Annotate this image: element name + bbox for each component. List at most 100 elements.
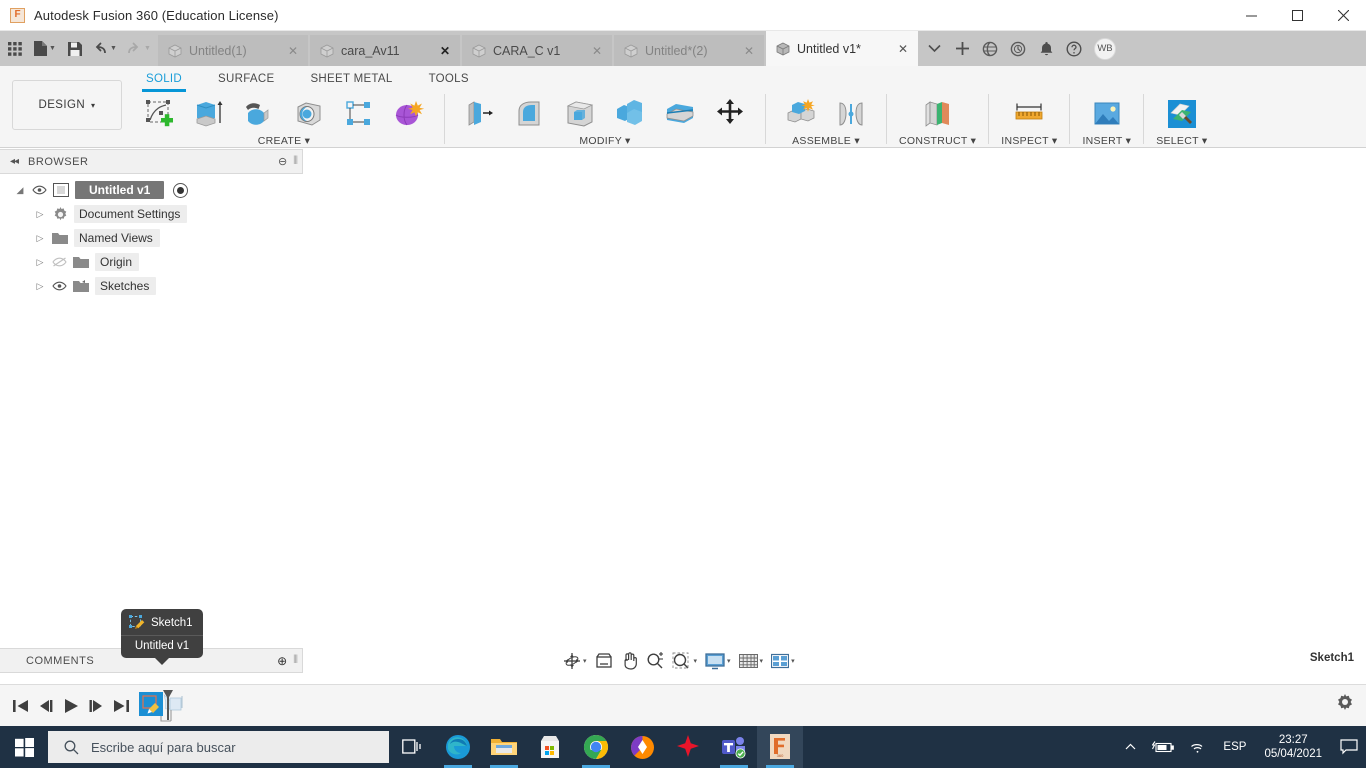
close-button[interactable]	[1320, 0, 1366, 31]
move-copy-icon[interactable]	[707, 92, 753, 136]
shell-icon[interactable]	[557, 92, 603, 136]
zoom-window-icon[interactable]: ▾	[669, 649, 701, 673]
new-component-icon[interactable]	[778, 92, 824, 136]
recent-activity-icon[interactable]	[1004, 32, 1032, 65]
redo-button[interactable]: ▼	[122, 32, 156, 65]
tab-cara-c-v1[interactable]: CARA_C v1 ✕	[462, 35, 614, 66]
viewports-icon[interactable]: ▾	[768, 649, 798, 673]
look-at-icon[interactable]	[592, 649, 616, 673]
expand-triangle-icon[interactable]: ◢	[14, 185, 26, 196]
go-to-end-icon[interactable]	[108, 691, 133, 721]
teams-icon[interactable]	[711, 726, 757, 768]
display-settings-icon[interactable]: ▾	[702, 649, 734, 673]
hole-icon[interactable]	[286, 92, 332, 136]
comments-resize-grip[interactable]: ⦀	[293, 654, 298, 667]
taskbar-search-box[interactable]: Escribe aquí para buscar	[48, 731, 389, 763]
pan-icon[interactable]	[618, 649, 641, 673]
new-file-button[interactable]: ▼	[28, 32, 62, 65]
windows-start-icon[interactable]	[0, 726, 48, 768]
visibility-eye-icon[interactable]	[31, 185, 47, 195]
expand-triangle-icon[interactable]: ▷	[34, 233, 46, 244]
fusion360-icon[interactable]: 360	[757, 726, 803, 768]
maximize-button[interactable]	[1274, 0, 1320, 31]
grid-apps-icon[interactable]	[2, 32, 28, 65]
panel-inspect-label[interactable]: INSPECT ▾	[1001, 135, 1057, 147]
minimize-button[interactable]	[1228, 0, 1274, 31]
add-comment-icon[interactable]: ⊕	[277, 654, 287, 668]
extrude-icon[interactable]	[186, 92, 232, 136]
create-form-icon[interactable]	[386, 92, 432, 136]
undo-button[interactable]: ▼	[88, 32, 122, 65]
tab-untitled-2[interactable]: Untitled*(2) ✕	[614, 35, 766, 66]
microsoft-store-icon[interactable]	[527, 726, 573, 768]
step-forward-icon[interactable]	[83, 691, 108, 721]
split-face-icon[interactable]	[657, 92, 703, 136]
pattern-icon[interactable]	[336, 92, 382, 136]
insert-image-icon[interactable]	[1084, 92, 1130, 136]
battery-charging-icon[interactable]	[1144, 726, 1182, 768]
tab-overflow-dropdown[interactable]	[920, 32, 948, 65]
avast-icon[interactable]	[619, 726, 665, 768]
action-center-icon[interactable]	[1332, 726, 1366, 768]
taskbar-clock[interactable]: 23:27 05/04/2021	[1254, 733, 1332, 762]
tab-close-icon[interactable]: ✕	[730, 44, 754, 58]
panel-assemble-label[interactable]: ASSEMBLE ▾	[792, 135, 860, 147]
notifications-bell-icon[interactable]	[1032, 32, 1060, 65]
joint-icon[interactable]	[828, 92, 874, 136]
revolve-icon[interactable]	[236, 92, 282, 136]
view-cube-face-top[interactable]: TOP	[1286, 184, 1332, 230]
combine-icon[interactable]	[607, 92, 653, 136]
step-back-icon[interactable]	[33, 691, 58, 721]
measure-icon[interactable]	[1006, 92, 1052, 136]
view-cube[interactable]: TOP Y Z X	[1278, 170, 1343, 240]
workspace-switcher-button[interactable]: DESIGN ▾	[12, 80, 122, 130]
tab-close-icon[interactable]: ✕	[426, 44, 450, 58]
tab-cara-av11[interactable]: cara_Av11 ✕	[310, 35, 462, 66]
go-to-beginning-icon[interactable]	[8, 691, 33, 721]
visibility-eye-icon[interactable]	[51, 281, 67, 291]
timeline-feature-sketch1[interactable]	[139, 689, 183, 722]
tree-item-document-settings[interactable]: ▷ Document Settings	[0, 202, 205, 226]
tab-close-icon[interactable]: ✕	[274, 44, 298, 58]
timeline-settings-gear-icon[interactable]	[1336, 694, 1354, 712]
chrome-icon[interactable]	[573, 726, 619, 768]
help-icon[interactable]	[1060, 32, 1088, 65]
grid-snaps-icon[interactable]: ▾	[736, 649, 767, 673]
select-icon[interactable]	[1159, 92, 1205, 136]
file-explorer-icon[interactable]	[481, 726, 527, 768]
play-icon[interactable]	[58, 691, 83, 721]
new-tab-button[interactable]	[948, 32, 976, 65]
task-view-icon[interactable]	[389, 726, 435, 768]
panel-modify-label[interactable]: MODIFY ▾	[579, 135, 630, 147]
save-button[interactable]	[62, 32, 88, 65]
create-sketch-icon[interactable]	[136, 92, 182, 136]
press-pull-icon[interactable]	[457, 92, 503, 136]
user-avatar[interactable]: WB	[1094, 37, 1116, 60]
tree-item-origin[interactable]: ▷ Origin	[0, 250, 205, 274]
tab-close-icon[interactable]: ✕	[884, 42, 908, 56]
panel-create-label[interactable]: CREATE ▾	[258, 135, 310, 147]
tree-item-sketches[interactable]: ▷ Sketches	[0, 274, 205, 298]
activate-component-radio[interactable]	[173, 182, 189, 198]
orbit-icon[interactable]: ▾	[560, 649, 590, 673]
fillet-icon[interactable]	[507, 92, 553, 136]
browser-options-icon[interactable]: ⊖	[278, 155, 287, 168]
tree-item-untitled-v1[interactable]: ◢ Untitled v1	[0, 178, 205, 202]
collapse-browser-icon[interactable]: ◂◂	[10, 156, 19, 167]
tab-close-icon[interactable]: ✕	[578, 44, 602, 58]
tray-expand-chevron-icon[interactable]	[1117, 726, 1144, 768]
offset-plane-icon[interactable]	[915, 92, 961, 136]
job-status-icon[interactable]	[976, 32, 1004, 65]
expand-triangle-icon[interactable]: ▷	[34, 281, 46, 292]
language-indicator[interactable]: ESP	[1215, 726, 1254, 768]
zoom-icon[interactable]	[643, 649, 667, 673]
browser-resize-grip[interactable]: ⦀	[293, 155, 298, 168]
tab-untitled-1[interactable]: Untitled(1) ✕	[158, 35, 310, 66]
expand-triangle-icon[interactable]: ▷	[34, 257, 46, 268]
edge-icon[interactable]	[435, 726, 481, 768]
delta-icon[interactable]	[665, 726, 711, 768]
expand-triangle-icon[interactable]: ▷	[34, 209, 46, 220]
tree-item-named-views[interactable]: ▷ Named Views	[0, 226, 205, 250]
panel-insert-label[interactable]: INSERT ▾	[1082, 135, 1131, 147]
visibility-eye-off-icon[interactable]	[51, 257, 67, 267]
